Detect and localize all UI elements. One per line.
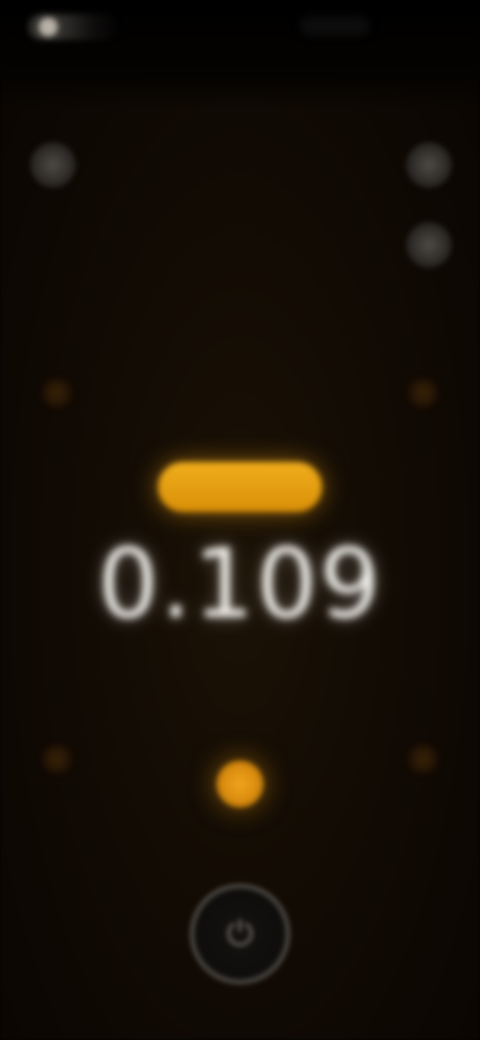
reading-info-line bbox=[190, 692, 290, 718]
status-bar bbox=[0, 0, 480, 110]
reading-info-line bbox=[190, 640, 290, 666]
corner-marker-bottom-right bbox=[408, 744, 438, 774]
record-icon[interactable] bbox=[216, 760, 264, 808]
meter-screen: 0.109 ⏻ bbox=[0, 0, 480, 1040]
menu-icon[interactable] bbox=[406, 142, 452, 188]
power-icon: ⏻ bbox=[226, 914, 254, 954]
status-indicator-icon bbox=[28, 14, 120, 40]
corner-marker-top-right bbox=[408, 378, 438, 408]
mode-badge[interactable] bbox=[158, 462, 322, 512]
reading-info bbox=[190, 640, 290, 718]
power-button[interactable]: ⏻ bbox=[190, 884, 290, 984]
corner-marker-top-left bbox=[42, 378, 72, 408]
status-icons bbox=[300, 16, 370, 36]
corner-marker-bottom-left bbox=[42, 744, 72, 774]
history-icon[interactable] bbox=[406, 222, 452, 268]
measurement-reading: 0.109 bbox=[97, 528, 383, 640]
settings-icon[interactable] bbox=[30, 142, 76, 188]
reading-info-line bbox=[190, 666, 290, 692]
